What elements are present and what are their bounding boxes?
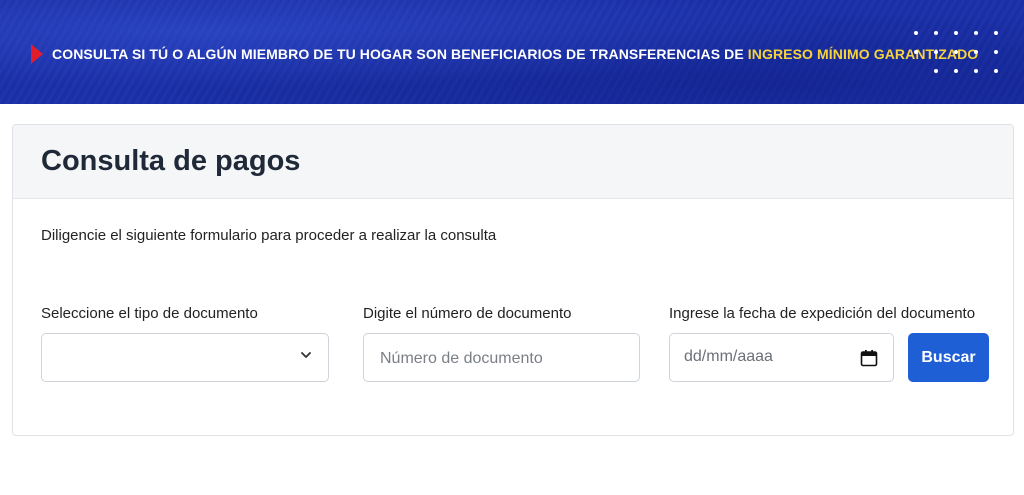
issue-date-placeholder: dd/mm/aaaa [684, 348, 773, 365]
calendar-icon[interactable] [859, 348, 879, 368]
dot [994, 31, 998, 35]
doc-number-input[interactable] [378, 334, 632, 383]
dot [974, 69, 978, 73]
dot [954, 31, 958, 35]
banner-text-main: CONSULTA SI TÚ O ALGÚN MIEMBRO DE TU HOG… [52, 46, 748, 62]
issue-date-input[interactable]: dd/mm/aaaa [669, 333, 894, 382]
dot [994, 50, 998, 54]
chevron-down-icon [301, 352, 311, 358]
dot [974, 50, 978, 54]
decorative-dots [914, 31, 998, 73]
dot [914, 50, 918, 54]
form-intro-text: Diligencie el siguiente formulario para … [41, 227, 497, 244]
dot [934, 69, 938, 73]
doc-type-select[interactable] [41, 333, 329, 382]
page-title: Consulta de pagos [41, 145, 301, 177]
doc-number-field [363, 333, 640, 383]
dot [954, 50, 958, 54]
dot [934, 50, 938, 54]
banner-text: CONSULTA SI TÚ O ALGÚN MIEMBRO DE TU HOG… [52, 46, 978, 62]
dot [934, 31, 938, 35]
dot [974, 31, 978, 35]
doc-number-label: Digite el número de documento [363, 305, 572, 322]
dot [914, 31, 918, 35]
doc-type-label: Seleccione el tipo de documento [41, 305, 258, 322]
dot [954, 69, 958, 73]
issue-date-label: Ingrese la fecha de expedición del docum… [669, 305, 976, 322]
play-arrow-icon [31, 44, 43, 64]
payment-query-card: Consulta de pagos Diligencie el siguient… [12, 124, 1014, 436]
dot [994, 69, 998, 73]
dot [914, 69, 918, 73]
card-header: Consulta de pagos [13, 125, 1013, 199]
search-button[interactable]: Buscar [908, 333, 989, 382]
top-banner: CONSULTA SI TÚ O ALGÚN MIEMBRO DE TU HOG… [0, 0, 1024, 104]
